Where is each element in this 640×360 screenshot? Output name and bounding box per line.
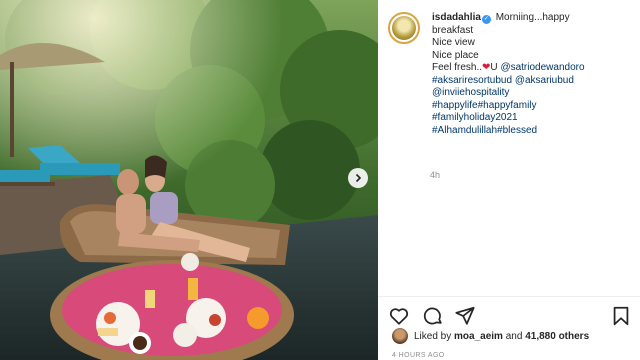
resort-breakfast-image	[0, 0, 378, 360]
mention-aksariubud[interactable]: @aksariubud	[515, 75, 574, 86]
comment-button[interactable]	[422, 305, 444, 327]
post-sidebar: isdadahlia ✓ Morniing...happy breakfast N…	[378, 0, 640, 360]
paper-plane-icon	[455, 306, 475, 325]
bookmark-icon	[613, 306, 629, 326]
relative-time[interactable]: 4h	[430, 170, 440, 180]
avatar[interactable]	[388, 12, 420, 44]
mention-inviiehospitality[interactable]: @inviiehospitality	[432, 87, 632, 100]
liker-avatar[interactable]	[392, 328, 408, 344]
chevron-right-icon	[355, 173, 362, 183]
likes-summary: Liked by moa_aeim and 41,880 others	[392, 328, 589, 344]
share-button[interactable]	[454, 305, 476, 327]
caption-line-1: Morniing...happy	[495, 12, 570, 23]
caption-line-4: Nice place	[432, 49, 479, 61]
next-photo-button[interactable]	[348, 168, 368, 188]
post-photo[interactable]	[0, 0, 378, 360]
caption-after-heart: U	[490, 62, 498, 73]
hashtag-aksariresortubud[interactable]: #aksariresortubud	[432, 75, 512, 86]
hashtag-familyholiday2021[interactable]: #familyholiday2021	[432, 112, 632, 125]
hashtags-happylife[interactable]: #happylife#happyfamily	[432, 100, 632, 113]
action-bar	[378, 296, 640, 326]
comment-bubble-icon	[423, 307, 442, 325]
instagram-post: isdadahlia ✓ Morniing...happy breakfast N…	[0, 0, 640, 360]
liked-by-prefix: Liked by	[414, 330, 452, 342]
caption-row: isdadahlia ✓ Morniing...happy breakfast N…	[388, 12, 638, 137]
heart-outline-icon	[389, 308, 409, 325]
liked-by-and: and	[505, 330, 523, 342]
like-button[interactable]	[388, 305, 410, 327]
username-link[interactable]: isdadahlia	[432, 12, 481, 23]
caption-line-3: Nice view	[432, 37, 475, 48]
verified-badge-icon: ✓	[481, 15, 491, 24]
mention-satriodewandoro[interactable]: @satriodewandoro	[500, 62, 584, 73]
save-button[interactable]	[610, 305, 632, 327]
post-timestamp[interactable]: 4 HOURS AGO	[392, 352, 445, 359]
liker-username[interactable]: moa_aeim	[454, 331, 503, 342]
caption-text: isdadahlia ✓ Morniing...happy breakfast N…	[432, 12, 632, 137]
likes-count-link[interactable]: 41,880 others	[525, 331, 589, 342]
hashtags-alhamdulillah[interactable]: #Alhamdulillah#blessed	[432, 125, 632, 138]
caption-line-2: breakfast	[432, 24, 474, 36]
caption-line-5: Feel fresh..	[432, 62, 483, 73]
